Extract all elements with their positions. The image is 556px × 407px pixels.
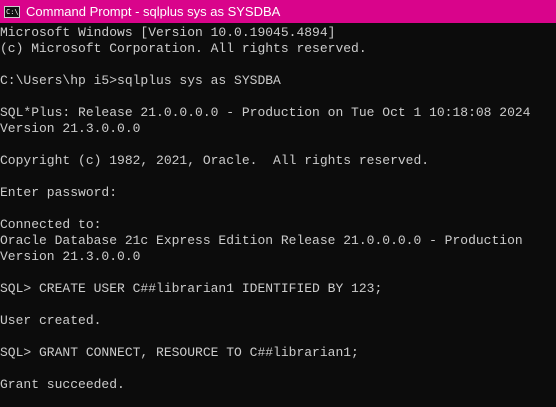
cmd-icon: C:\_ [4,5,20,18]
console-line: Oracle Database 21c Express Edition Rele… [0,233,523,248]
console-output[interactable]: Microsoft Windows [Version 10.0.19045.48… [0,23,556,393]
title-bar[interactable]: C:\_ Command Prompt - sqlplus sys as SYS… [0,0,556,23]
window-title: Command Prompt - sqlplus sys as SYSDBA [26,4,281,19]
console-line: SQL*Plus: Release 21.0.0.0.0 - Productio… [0,105,531,120]
console-line: SQL> GRANT CONNECT, RESOURCE TO C##libra… [0,345,359,360]
console-line: Enter password: [0,185,118,200]
console-line: (c) Microsoft Corporation. All rights re… [0,41,367,56]
console-line: Version 21.3.0.0.0 [0,249,141,264]
console-line: SQL> CREATE USER C##librarian1 IDENTIFIE… [0,281,383,296]
console-line: Grant succeeded. [0,377,125,392]
console-line: Copyright (c) 1982, 2021, Oracle. All ri… [0,153,430,168]
console-line: C:\Users\hp i5>sqlplus sys as SYSDBA [0,73,281,88]
console-line: User created. [0,313,102,328]
console-line: Version 21.3.0.0.0 [0,121,141,136]
console-line: Microsoft Windows [Version 10.0.19045.48… [0,25,336,40]
console-line: Connected to: [0,217,102,232]
